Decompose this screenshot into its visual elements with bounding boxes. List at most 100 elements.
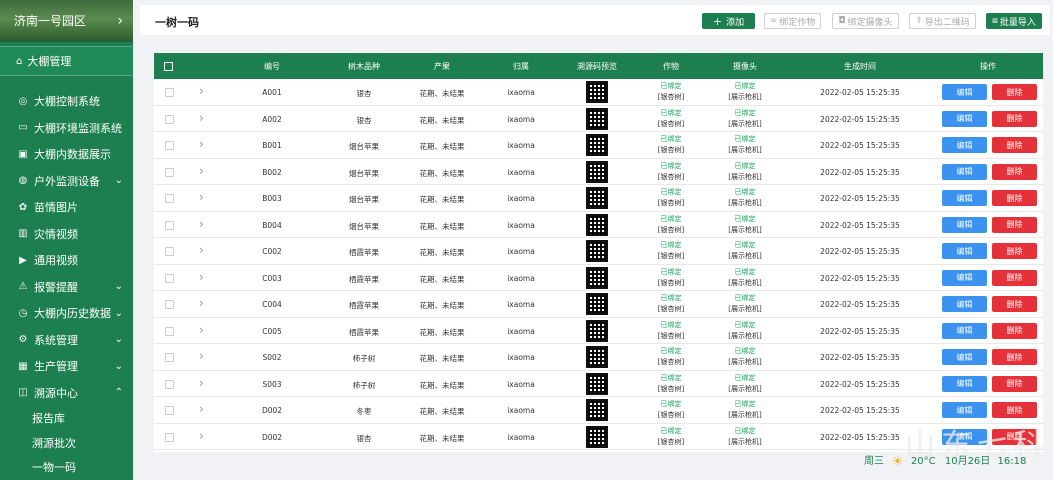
- delete-button[interactable]: 删除: [992, 163, 1037, 180]
- edit-button[interactable]: 编辑: [942, 269, 987, 286]
- add-button[interactable]: + 添加: [702, 13, 755, 29]
- row-checkbox[interactable]: [165, 247, 174, 256]
- bind-crop-button[interactable]: ∞ 绑定作物: [764, 13, 821, 29]
- sidebar-item-7[interactable]: ⚠ 报警提醒 ⌄: [0, 274, 133, 301]
- edit-button[interactable]: 编辑: [942, 163, 987, 180]
- row-checkbox[interactable]: [165, 220, 174, 230]
- sidebar-item-greenhouse-management[interactable]: ⌂ 大棚管理: [0, 46, 133, 76]
- qr-code-icon[interactable]: [586, 160, 608, 183]
- delete-button[interactable]: 删除: [992, 243, 1037, 259]
- row-checkbox[interactable]: [165, 141, 174, 150]
- delete-button[interactable]: 删除: [992, 349, 1037, 365]
- expand-chevron-icon[interactable]: ›: [199, 190, 204, 204]
- row-checkbox[interactable]: [165, 88, 174, 97]
- sidebar-item-9[interactable]: ⚙ 系统管理 ⌄: [0, 327, 133, 354]
- camera-bind-status: 已绑定 [展示枪机]: [728, 399, 761, 421]
- qr-code-icon[interactable]: [586, 81, 608, 103]
- batch-import-button[interactable]: ⧈ 批量导入: [986, 13, 1042, 29]
- row-checkbox[interactable]: [165, 194, 174, 203]
- edit-button[interactable]: 编辑: [942, 349, 987, 365]
- sidebar-subitem-2[interactable]: 一物一码: [0, 455, 133, 480]
- sidebar-subitem-0[interactable]: 报告库: [0, 406, 133, 431]
- bind-camera-button[interactable]: ◘ 绑定摄像头: [832, 13, 899, 29]
- edit-button[interactable]: 编辑: [942, 243, 987, 259]
- edit-button[interactable]: 编辑: [942, 216, 987, 233]
- edit-button[interactable]: 编辑: [942, 375, 987, 392]
- expand-chevron-icon[interactable]: ›: [199, 270, 204, 284]
- edit-button[interactable]: 编辑: [942, 322, 987, 339]
- delete-button[interactable]: 删除: [992, 216, 1037, 233]
- delete-button[interactable]: 删除: [992, 84, 1037, 100]
- sidebar-item-8[interactable]: ◷ 大棚内历史数据 ⌄: [0, 300, 133, 327]
- expand-chevron-icon[interactable]: ›: [199, 217, 204, 231]
- monitor-icon: ▭: [18, 122, 28, 134]
- row-checkbox[interactable]: [165, 273, 174, 283]
- qr-code-icon[interactable]: [586, 293, 608, 315]
- crop-bind-status: 已绑定 [银杏树]: [658, 108, 684, 130]
- sidebar-item-10[interactable]: ▦ 生产管理 ⌄: [0, 353, 133, 380]
- cell-time: 2022-02-05 15:25:35: [820, 300, 900, 309]
- row-checkbox[interactable]: [165, 300, 174, 309]
- expand-chevron-icon[interactable]: ›: [199, 243, 204, 257]
- qr-code-icon[interactable]: [586, 134, 608, 156]
- row-checkbox[interactable]: [165, 353, 174, 362]
- delete-button[interactable]: 删除: [992, 137, 1037, 153]
- crop-note: [银杏树]: [657, 411, 685, 419]
- row-checkbox[interactable]: [165, 379, 174, 389]
- delete-button[interactable]: 删除: [992, 110, 1037, 127]
- cell-owner: ixaoma: [507, 167, 535, 177]
- row-checkbox[interactable]: [165, 326, 174, 336]
- qr-code-icon[interactable]: [586, 399, 608, 421]
- row-checkbox[interactable]: [165, 432, 174, 442]
- qr-code-icon[interactable]: [586, 346, 608, 368]
- sidebar-item-0[interactable]: ◎ 大棚控制系统: [0, 88, 133, 115]
- sidebar-item-3[interactable]: ◍ 户外监测设备 ⌄: [0, 168, 133, 195]
- select-all-checkbox[interactable]: [164, 62, 173, 71]
- crop-bound-label: 已绑定: [660, 108, 682, 117]
- sidebar-item-2[interactable]: ▣ 大棚内数据展示: [0, 141, 133, 168]
- edit-button[interactable]: 编辑: [942, 137, 987, 153]
- expand-chevron-icon[interactable]: ›: [199, 429, 204, 443]
- delete-button[interactable]: 删除: [992, 190, 1037, 206]
- sidebar-item-1[interactable]: ▭ 大棚环境监测系统: [0, 115, 133, 142]
- expand-chevron-icon[interactable]: ›: [199, 111, 204, 125]
- expand-chevron-icon[interactable]: ›: [199, 84, 204, 98]
- edit-button[interactable]: 编辑: [942, 84, 987, 100]
- delete-button[interactable]: 删除: [992, 269, 1037, 286]
- qr-code-icon[interactable]: [586, 319, 608, 342]
- delete-button[interactable]: 删除: [992, 322, 1037, 339]
- expand-chevron-icon[interactable]: ›: [199, 349, 204, 363]
- cell-fruit: 花期、未结果: [419, 354, 465, 363]
- qr-code-icon[interactable]: [586, 107, 608, 130]
- delete-button[interactable]: 删除: [992, 296, 1037, 312]
- row-checkbox[interactable]: [165, 406, 174, 415]
- qr-code-icon[interactable]: [586, 240, 608, 262]
- expand-chevron-icon[interactable]: ›: [199, 296, 204, 310]
- qr-code-icon[interactable]: [586, 425, 608, 448]
- qr-code-icon[interactable]: [586, 213, 608, 236]
- export-qr-button[interactable]: ⇪ 导出二维码: [909, 13, 976, 29]
- sidebar-subitem-1[interactable]: 溯源批次: [0, 431, 133, 456]
- sidebar-item-6[interactable]: ▶ 通用视频: [0, 247, 133, 274]
- row-checkbox[interactable]: [165, 114, 174, 124]
- qr-code-icon[interactable]: [586, 266, 608, 289]
- edit-button[interactable]: 编辑: [942, 190, 987, 206]
- edit-button[interactable]: 编辑: [942, 402, 987, 418]
- expand-chevron-icon[interactable]: ›: [199, 164, 204, 178]
- delete-button[interactable]: 删除: [992, 375, 1037, 392]
- sidebar-item-4[interactable]: ✿ 苗情图片: [0, 194, 133, 221]
- edit-button[interactable]: 编辑: [942, 296, 987, 312]
- qr-code-icon[interactable]: [586, 372, 608, 395]
- expand-chevron-icon[interactable]: ›: [199, 402, 204, 416]
- date: 10月26日: [944, 456, 991, 467]
- edit-button[interactable]: 编辑: [942, 110, 987, 127]
- qr-code-icon[interactable]: [586, 187, 608, 209]
- row-checkbox[interactable]: [165, 167, 174, 177]
- sidebar-item-5[interactable]: ▥ 灾情视频: [0, 221, 133, 248]
- delete-button[interactable]: 删除: [992, 402, 1037, 418]
- expand-chevron-icon[interactable]: ›: [199, 323, 204, 337]
- location-selector[interactable]: 济南一号园区 ›: [0, 0, 133, 42]
- expand-chevron-icon[interactable]: ›: [199, 137, 204, 151]
- expand-chevron-icon[interactable]: ›: [199, 376, 204, 390]
- sidebar-item-11[interactable]: ◫ 溯源中心 ⌃: [0, 380, 133, 407]
